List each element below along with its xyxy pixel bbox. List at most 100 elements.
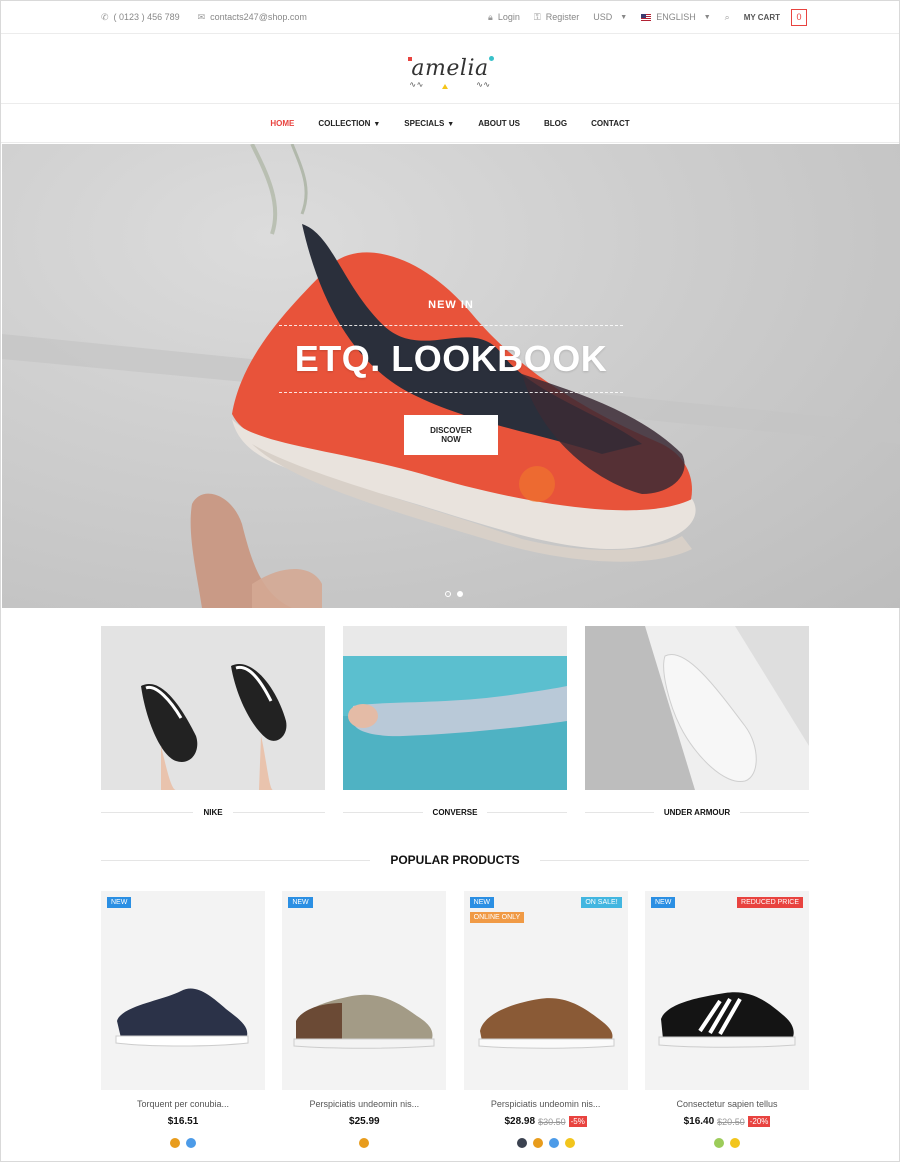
category-nike[interactable]: NIKE <box>101 626 325 817</box>
currency-dropdown[interactable]: USD ▼ <box>593 12 627 22</box>
category-label[interactable]: CONVERSE <box>343 808 567 817</box>
phone-number: ( 0123 ) 456 789 <box>113 12 180 22</box>
slider-pagination <box>445 591 463 597</box>
discover-now-button[interactable]: DISCOVER NOW <box>404 415 498 455</box>
cart-label: MY CART <box>743 12 780 22</box>
product-image[interactable]: NEW <box>282 891 447 1090</box>
hero-slider: NEW IN ETQ. LOOKBOOK DISCOVER NOW <box>2 144 900 608</box>
section-title-text: POPULAR PRODUCTS <box>390 853 520 867</box>
canvas-sneaker-image <box>293 994 435 1049</box>
category-image[interactable] <box>585 626 809 790</box>
hero-divider <box>279 325 623 326</box>
color-swatches <box>464 1138 628 1148</box>
category-label[interactable]: NIKE <box>101 808 325 817</box>
logo-wave-mark: ∿∿ <box>476 80 491 89</box>
color-swatch[interactable] <box>713 1138 724 1148</box>
mail-icon: ✉ <box>197 11 206 22</box>
product-price: $25.99 <box>349 1116 380 1127</box>
new-badge: NEW <box>288 897 313 908</box>
reduced-price-badge: REDUCED PRICE <box>737 897 803 908</box>
search-icon[interactable]: ⌕ <box>725 12 730 23</box>
category-image[interactable] <box>343 626 567 790</box>
product-card[interactable]: NEW ON SALE! ONLINE ONLY Perspiciatis un… <box>463 891 628 1148</box>
lock-icon: 🔒︎ <box>488 11 493 22</box>
category-converse[interactable]: CONVERSE <box>343 626 567 817</box>
register-link[interactable]: ⚿ Register <box>534 12 579 23</box>
login-link[interactable]: 🔒︎ Login <box>488 12 520 23</box>
cart-button[interactable]: MY CART 0 <box>743 8 807 26</box>
main-nav: HOME COLLECTION ▼ SPECIALS ▼ ABOUT US BLOG… <box>1 104 899 143</box>
chevron-down-icon: ▼ <box>447 120 455 128</box>
logo-wave-mark: ∿∿ <box>409 80 424 89</box>
color-swatches <box>282 1138 446 1148</box>
logo-circle-mark <box>488 56 494 61</box>
nav-item-collection[interactable]: COLLECTION ▼ <box>306 119 392 128</box>
color-swatch[interactable] <box>359 1138 370 1148</box>
product-name[interactable]: Perspiciatis undeomin nis... <box>282 1099 446 1109</box>
category-under-armour[interactable]: UNDER ARMOUR <box>585 626 809 817</box>
black-striped-sneaker-image <box>658 992 796 1048</box>
email-address[interactable]: contacts247@shop.com <box>210 12 307 22</box>
key-icon: ⚿ <box>533 11 541 22</box>
color-swatch[interactable] <box>564 1138 575 1148</box>
category-image[interactable] <box>101 626 325 790</box>
nav-item-about-us[interactable]: ABOUT US <box>466 119 532 128</box>
logo-bar: amelia ∿∿ ∿∿ <box>1 34 899 104</box>
product-card[interactable]: NEW REDUCED PRICE Consectetur sapien tel… <box>644 891 809 1148</box>
nav-label: COLLECTION <box>318 118 371 128</box>
under-armour-shoe-image <box>585 626 809 790</box>
color-swatches <box>101 1138 265 1148</box>
on-sale-badge: ON SALE! <box>581 897 622 908</box>
color-swatch[interactable] <box>548 1138 559 1148</box>
nav-item-contact[interactable]: CONTACT <box>579 119 642 128</box>
category-label[interactable]: UNDER ARMOUR <box>585 808 809 817</box>
product-price: $28.98 <box>504 1116 536 1127</box>
price-row: $28.98 $30.50 -5% <box>464 1116 628 1127</box>
nav-item-blog[interactable]: BLOG <box>532 119 579 128</box>
slider-dot[interactable] <box>445 591 451 597</box>
color-swatch[interactable] <box>516 1138 527 1148</box>
color-swatch[interactable] <box>532 1138 543 1148</box>
phone-contact: ✆ ( 0123 ) 456 789 <box>101 12 180 23</box>
logo-text: amelia <box>411 56 489 81</box>
site-logo[interactable]: amelia ∿∿ ∿∿ <box>408 56 494 89</box>
old-price: $30.50 <box>538 1116 566 1127</box>
new-badge: NEW <box>650 897 676 908</box>
email-contact[interactable]: ✉ contacts247@shop.com <box>198 12 307 23</box>
language-dropdown[interactable]: ENGLISH ▼ <box>641 12 711 22</box>
price-row: $16.51 <box>101 1116 265 1127</box>
hero-divider <box>279 392 623 393</box>
product-card[interactable]: NEW Torquent per conubia... $16.51 <box>101 891 265 1148</box>
product-name[interactable]: Consectetur sapien tellus <box>645 1099 809 1109</box>
nav-item-specials[interactable]: SPECIALS ▼ <box>392 119 466 128</box>
currency-value: USD <box>593 12 613 22</box>
nav-label: CONTACT <box>591 118 630 128</box>
product-image[interactable]: NEW <box>101 891 265 1090</box>
price-row: $16.40 $20.50 -20% <box>645 1116 809 1127</box>
converse-sofa-image <box>343 656 567 790</box>
product-image[interactable]: NEW REDUCED PRICE <box>644 891 809 1090</box>
product-card[interactable]: NEW Perspiciatis undeomin nis... $25.99 <box>282 891 447 1148</box>
phone-icon: ✆ <box>101 11 109 22</box>
section-title: POPULAR PRODUCTS <box>101 853 809 867</box>
product-name[interactable]: Perspiciatis undeomin nis... <box>464 1099 628 1109</box>
cart-count-badge: 0 <box>791 8 807 26</box>
product-grid: NEW Torquent per conubia... $16.51 NEW P… <box>101 891 809 1148</box>
logo-square-mark <box>408 57 413 61</box>
product-name[interactable]: Torquent per conubia... <box>101 1099 265 1109</box>
nav-label: HOME <box>270 118 295 128</box>
old-price: $20.50 <box>717 1116 745 1127</box>
new-badge: NEW <box>469 897 494 908</box>
discount-badge: -5% <box>568 1116 587 1127</box>
color-swatch[interactable] <box>186 1138 196 1148</box>
chevron-down-icon: ▼ <box>373 120 381 128</box>
chevron-down-icon: ▼ <box>620 13 628 21</box>
hero-headline: ETQ. LOOKBOOK <box>294 338 608 379</box>
slider-dot-active[interactable] <box>457 591 463 597</box>
us-flag-icon <box>641 13 652 21</box>
color-swatch[interactable] <box>170 1138 180 1148</box>
navy-sneaker-image <box>115 988 249 1047</box>
product-image[interactable]: NEW ON SALE! ONLINE ONLY <box>463 891 628 1090</box>
nav-item-home[interactable]: HOME <box>258 119 306 128</box>
color-swatch[interactable] <box>729 1138 740 1148</box>
